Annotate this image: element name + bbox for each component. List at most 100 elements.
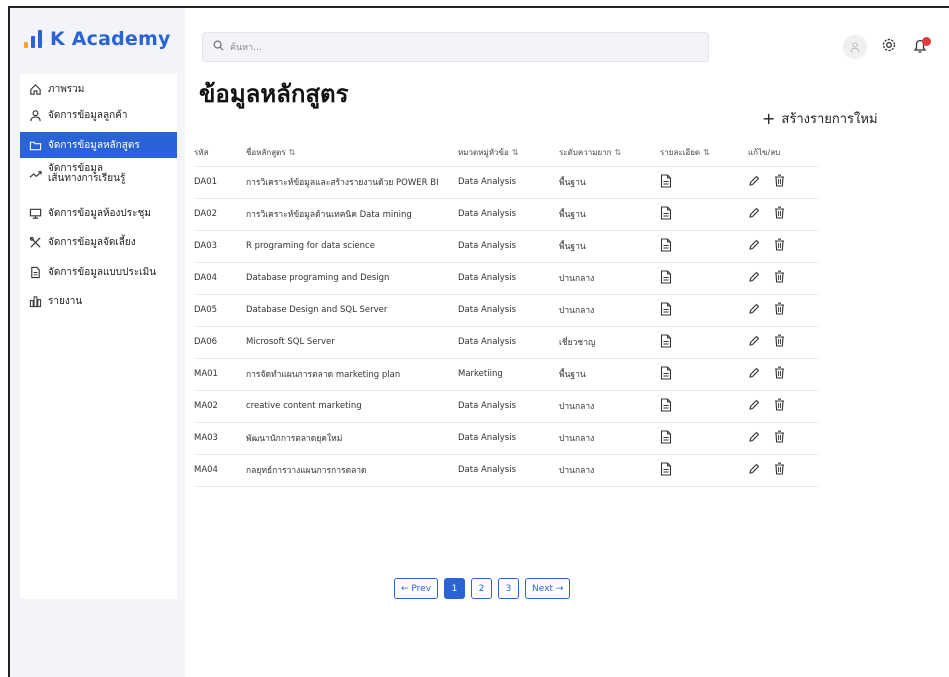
cell-code: MA04 bbox=[194, 454, 246, 487]
column-header-level[interactable]: ระดับความยาก ⇅ bbox=[559, 140, 660, 167]
sidebar-item-customers[interactable]: จัดการข้อมูลลูกค้า bbox=[20, 102, 177, 128]
cell-level: ปานกลาง bbox=[559, 454, 660, 487]
document-icon[interactable] bbox=[660, 205, 672, 223]
search-bar[interactable]: ค้นหา... bbox=[202, 32, 709, 62]
trash-icon[interactable] bbox=[774, 238, 785, 254]
sidebar-item-meeting-rooms[interactable]: จัดการข้อมูลห้องประชุม bbox=[20, 200, 177, 226]
table-body: DA01 การวิเคราะห์ข้อมูลและสร้างรายงานด้วย… bbox=[194, 166, 819, 487]
document-icon[interactable] bbox=[660, 461, 672, 479]
sidebar-item-learning-paths[interactable]: จัดการข้อมูล เส้นทางการเรียนรู้ bbox=[20, 161, 177, 187]
brand-name: K Academy bbox=[50, 28, 171, 50]
table-row[interactable]: DA01 การวิเคราะห์ข้อมูลและสร้างรายงานด้วย… bbox=[194, 166, 819, 199]
column-header-details[interactable]: รายละเอียด ⇅ bbox=[660, 140, 748, 167]
cell-code: DA04 bbox=[194, 262, 246, 295]
document-icon[interactable] bbox=[660, 365, 672, 383]
cell-course-name: การวิเคราะห์ข้อมูลด้านเทคนิค Data mining bbox=[246, 198, 458, 231]
document-icon[interactable] bbox=[660, 429, 672, 447]
trash-icon[interactable] bbox=[774, 462, 785, 478]
table-row[interactable]: MA03 พัฒนานักการตลาดยุคใหม่ Data Analysis ป… bbox=[194, 422, 819, 455]
cell-category: Data Analysis bbox=[458, 326, 559, 359]
edit-pencil-icon[interactable] bbox=[748, 175, 760, 190]
table-row[interactable]: MA02 creative content marketing Data Analy… bbox=[194, 390, 819, 423]
sidebar-item-label: จัดการข้อมูลห้องประชุม bbox=[48, 207, 151, 219]
table-row[interactable]: DA06 Microsoft SQL Server Data Analysis เชี… bbox=[194, 326, 819, 359]
document-icon[interactable] bbox=[660, 333, 672, 351]
edit-pencil-icon[interactable] bbox=[748, 239, 760, 254]
document-icon[interactable] bbox=[660, 397, 672, 415]
cell-category: Data Analysis bbox=[458, 390, 559, 423]
avatar[interactable] bbox=[843, 35, 867, 59]
document-icon[interactable] bbox=[660, 173, 672, 191]
sort-icon[interactable]: ⇅ bbox=[615, 148, 622, 157]
notification-bell-icon[interactable] bbox=[911, 37, 931, 57]
sort-icon[interactable]: ⇅ bbox=[512, 148, 519, 157]
sidebar-item-reports[interactable]: รายงาน bbox=[20, 288, 177, 314]
cell-level: พื้นฐาน bbox=[559, 358, 660, 391]
folder-icon bbox=[28, 138, 42, 152]
sidebar-item-label-line2: เส้นทางการเรียนรู้ bbox=[48, 173, 126, 184]
cell-course-name: creative content marketing bbox=[246, 390, 458, 423]
cell-category: Data Analysis bbox=[458, 230, 559, 263]
cell-actions bbox=[748, 422, 819, 455]
search-icon bbox=[213, 40, 224, 54]
chart-icon bbox=[28, 294, 42, 308]
gear-icon[interactable] bbox=[881, 37, 897, 57]
edit-pencil-icon[interactable] bbox=[748, 399, 760, 414]
sidebar-item-courses[interactable]: จัดการข้อมูลหลักสูตร bbox=[20, 132, 177, 158]
edit-pencil-icon[interactable] bbox=[748, 271, 760, 286]
sort-icon[interactable]: ⇅ bbox=[703, 148, 710, 157]
table-row[interactable]: MA01 การจัดทำแผนการตลาด marketing plan Mar… bbox=[194, 358, 819, 391]
document-icon[interactable] bbox=[660, 269, 672, 287]
table-row[interactable]: DA04 Database programing and Design Data A… bbox=[194, 262, 819, 295]
sidebar-item-label: รายงาน bbox=[48, 295, 83, 307]
create-new-button[interactable]: + สร้างรายการใหม่ bbox=[762, 108, 878, 129]
trash-icon[interactable] bbox=[774, 366, 785, 382]
trash-icon[interactable] bbox=[774, 302, 785, 318]
document-icon[interactable] bbox=[660, 301, 672, 319]
cell-course-name: Microsoft SQL Server bbox=[246, 326, 458, 359]
brand-logo[interactable]: K Academy bbox=[24, 28, 171, 50]
cell-details bbox=[660, 262, 748, 295]
cell-actions bbox=[748, 294, 819, 327]
cell-course-name: การจัดทำแผนการตลาด marketing plan bbox=[246, 358, 458, 391]
edit-pencil-icon[interactable] bbox=[748, 367, 760, 382]
cell-details bbox=[660, 294, 748, 327]
table-row[interactable]: MA04 กลยุทธ์การวางแผนการการตลาด Data Analy… bbox=[194, 454, 819, 487]
edit-pencil-icon[interactable] bbox=[748, 207, 760, 222]
sidebar-item-evaluations[interactable]: จัดการข้อมูลแบบประเมิน bbox=[20, 259, 177, 285]
document-icon[interactable] bbox=[660, 237, 672, 255]
edit-pencil-icon[interactable] bbox=[748, 463, 760, 478]
column-header-category[interactable]: หมวดหมู่หัวข้อ ⇅ bbox=[458, 140, 559, 167]
cell-category: Data Analysis bbox=[458, 422, 559, 455]
trash-icon[interactable] bbox=[774, 334, 785, 350]
edit-pencil-icon[interactable] bbox=[748, 431, 760, 446]
trash-icon[interactable] bbox=[774, 206, 785, 222]
cell-code: MA02 bbox=[194, 390, 246, 423]
next-page-button[interactable]: Next → bbox=[525, 578, 571, 599]
page-button-3[interactable]: 3 bbox=[498, 578, 520, 599]
sidebar-item-catering[interactable]: จัดการข้อมูลจัดเลี้ยง bbox=[20, 229, 177, 255]
trash-icon[interactable] bbox=[774, 174, 785, 190]
cell-actions bbox=[748, 230, 819, 263]
trash-icon[interactable] bbox=[774, 270, 785, 286]
trash-icon[interactable] bbox=[774, 398, 785, 414]
trend-icon bbox=[28, 167, 42, 181]
search-input[interactable]: ค้นหา... bbox=[230, 40, 262, 54]
edit-pencil-icon[interactable] bbox=[748, 335, 760, 350]
sort-icon[interactable]: ⇅ bbox=[289, 148, 296, 157]
edit-pencil-icon[interactable] bbox=[748, 303, 760, 318]
table-row[interactable]: DA05 Database Design and SQL Server Data A… bbox=[194, 294, 819, 327]
cell-details bbox=[660, 422, 748, 455]
sidebar-item-overview[interactable]: ภาพรวม bbox=[20, 76, 177, 102]
sidebar-item-label: จัดการข้อมูลจัดเลี้ยง bbox=[48, 236, 136, 248]
table-row[interactable]: DA02 การวิเคราะห์ข้อมูลด้านเทคนิค Data mi… bbox=[194, 198, 819, 231]
cell-actions bbox=[748, 390, 819, 423]
prev-page-button[interactable]: ← Prev bbox=[394, 578, 439, 599]
page-button-1[interactable]: 1 bbox=[444, 578, 466, 599]
column-header-name[interactable]: ชื่อหลักสูตร ⇅ bbox=[246, 140, 458, 167]
trash-icon[interactable] bbox=[774, 430, 785, 446]
table-row[interactable]: DA03 R programing for data science Data An… bbox=[194, 230, 819, 263]
page-button-2[interactable]: 2 bbox=[471, 578, 493, 599]
cell-actions bbox=[748, 358, 819, 391]
notification-badge bbox=[922, 37, 931, 46]
